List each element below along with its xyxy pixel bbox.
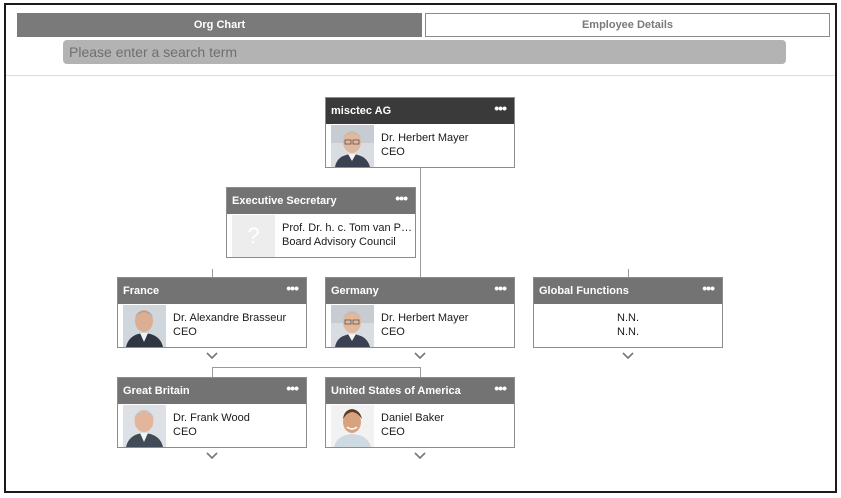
node-header: misctec AG •••	[326, 98, 514, 124]
node-title: Great Britain	[123, 385, 190, 397]
more-options-icon[interactable]: •••	[494, 278, 507, 304]
avatar	[331, 405, 374, 447]
node-title: Global Functions	[539, 285, 629, 297]
org-node-germany[interactable]: Germany ••• Dr. Herbert Mayer CEO	[325, 277, 515, 348]
connector-line	[212, 367, 421, 368]
org-node-great-britain[interactable]: Great Britain ••• Dr. Frank Wood CEO	[117, 377, 307, 448]
node-role: CEO	[381, 426, 405, 438]
node-title: France	[123, 285, 160, 297]
node-role: CEO	[381, 146, 405, 158]
node-person-name: Dr. Herbert Mayer	[381, 132, 469, 144]
node-header: United States of America •••	[326, 378, 514, 404]
node-person-name: Dr. Frank Wood	[173, 412, 250, 424]
tab-org-chart[interactable]: Org Chart	[17, 13, 422, 37]
node-header: Global Functions •••	[534, 278, 722, 304]
chevron-down-icon[interactable]	[206, 352, 218, 360]
node-person-name: Dr. Alexandre Brasseur	[173, 312, 287, 324]
more-options-icon[interactable]: •••	[395, 188, 408, 214]
node-role: N.N.	[617, 326, 639, 338]
avatar	[123, 405, 166, 447]
tab-employee-details[interactable]: Employee Details	[425, 13, 830, 37]
more-options-icon[interactable]: •••	[494, 378, 507, 404]
node-title: misctec AG	[331, 105, 392, 117]
org-node-misctec[interactable]: misctec AG ••• Dr. Herbert Mayer CEO	[325, 97, 515, 168]
node-person-name: Daniel Baker	[381, 412, 444, 424]
node-person-name: N.N.	[617, 312, 639, 324]
node-role: Board Advisory Council	[282, 236, 396, 248]
avatar	[331, 305, 374, 347]
avatar	[123, 305, 166, 347]
node-person-name: Prof. Dr. h. c. Tom van P…	[282, 222, 413, 234]
node-header: Executive Secretary •••	[227, 188, 415, 214]
org-node-executive-secretary[interactable]: Executive Secretary ••• ? Prof. Dr. h. c…	[226, 187, 416, 258]
org-node-france[interactable]: France ••• Dr. Alexandre Brasseur CEO	[117, 277, 307, 348]
divider	[6, 75, 835, 76]
node-header: Germany •••	[326, 278, 514, 304]
app-frame: Org Chart Employee Details misctec AG ••…	[4, 3, 837, 493]
avatar-placeholder: ?	[232, 215, 275, 257]
more-options-icon[interactable]: •••	[494, 98, 507, 124]
chevron-down-icon[interactable]	[622, 352, 634, 360]
node-role: CEO	[173, 326, 197, 338]
more-options-icon[interactable]: •••	[702, 278, 715, 304]
node-title: Executive Secretary	[232, 195, 337, 207]
org-node-united-states[interactable]: United States of America ••• Daniel Bake…	[325, 377, 515, 448]
node-header: France •••	[118, 278, 306, 304]
more-options-icon[interactable]: •••	[286, 278, 299, 304]
avatar	[331, 125, 374, 167]
node-header: Great Britain •••	[118, 378, 306, 404]
question-mark-icon: ?	[247, 223, 260, 248]
connector-line	[420, 167, 421, 278]
org-node-global-functions[interactable]: Global Functions ••• N.N. N.N.	[533, 277, 723, 348]
chevron-down-icon[interactable]	[414, 352, 426, 360]
node-title: Germany	[331, 285, 379, 297]
chevron-down-icon[interactable]	[206, 452, 218, 460]
node-person-name: Dr. Herbert Mayer	[381, 312, 469, 324]
search-input[interactable]	[63, 40, 786, 64]
node-role: CEO	[381, 326, 405, 338]
chevron-down-icon[interactable]	[414, 452, 426, 460]
more-options-icon[interactable]: •••	[286, 378, 299, 404]
node-role: CEO	[173, 426, 197, 438]
node-title: United States of America	[331, 385, 461, 397]
